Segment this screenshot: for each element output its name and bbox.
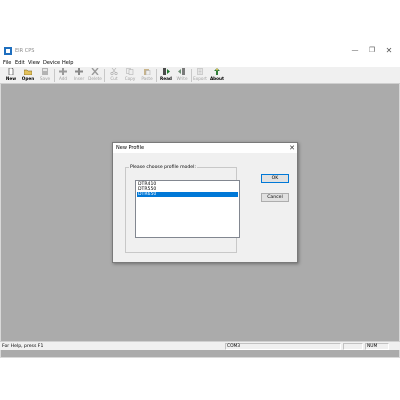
restore-icon[interactable]: ❐ [364,45,380,56]
status-help-text: For Help, press F1 [2,344,44,349]
toolbar-add-label: Add [58,76,68,81]
toolbar-export-button[interactable]: Export [192,68,208,83]
paste-icon [144,69,151,75]
export-icon [197,68,203,75]
toolbar-paste-label: Paste [141,76,153,81]
toolbar-write-button[interactable]: Write [174,68,190,83]
toolbar-separator [156,69,157,82]
about-icon [214,68,220,75]
toolbar-export-label: Export [193,76,207,81]
toolbar-cut-label: Cut [110,76,118,81]
minimize-icon[interactable]: — [347,45,363,56]
dialog-title: New Profile [116,145,145,151]
profile-model-group: Please choose profile model: DTR410 DTR5… [125,165,240,253]
menu-device[interactable]: Device [43,60,60,66]
toolbar-read-button[interactable]: Read [158,68,174,83]
ok-button[interactable]: OK [261,174,289,183]
write-icon [178,68,185,75]
cancel-button[interactable]: Cancel [261,193,289,202]
toolbar-open-button[interactable]: Open [20,68,36,83]
delete-icon [91,68,99,75]
open-folder-icon [24,69,32,75]
toolbar-insert-label: Inser [73,76,85,81]
toolbar-add-button[interactable]: Add [55,68,71,83]
menu-file[interactable]: File [3,60,11,66]
toolbar-cut-button[interactable]: Cut [106,68,122,83]
toolbar-separator [104,69,105,82]
status-caps [343,343,363,350]
new-file-icon [8,68,14,75]
close-icon[interactable]: ✕ [381,45,397,56]
copy-icon [126,68,134,75]
toolbar-read-label: Read [160,76,172,81]
toolbar-copy-button[interactable]: Copy [122,68,138,83]
toolbar-new-label: New [5,76,17,81]
toolbar-delete-button[interactable]: Delete [87,68,103,83]
app-icon [4,47,12,55]
status-num: NUM [365,343,389,350]
menu-bar: File Edit View Device Help [0,59,400,67]
toolbar-save-button[interactable]: Save [37,68,53,83]
toolbar-copy-label: Copy [124,76,136,81]
save-icon [42,68,48,75]
toolbar-open-label: Open [21,76,35,81]
group-label: Please choose profile model: [129,165,197,170]
menu-help[interactable]: Help [62,60,73,66]
menu-view[interactable]: View [28,60,40,66]
status-port: COM3 [225,343,341,350]
dialog-close-icon[interactable]: ✕ [289,143,295,153]
cut-icon [110,68,118,75]
status-bar: For Help, press F1 COM3 NUM [0,341,400,350]
toolbar: New Open Save Add Inser Delete Cut Copy … [0,67,400,84]
toolbar-write-label: Write [176,76,188,81]
list-item-dtr650[interactable]: DTR650 [137,192,238,197]
new-profile-dialog: New Profile ✕ Please choose profile mode… [112,142,298,263]
toolbar-save-label: Save [39,76,51,81]
toolbar-about-button[interactable]: About [209,68,225,83]
title-bar: EIR CPS — ❐ ✕ [0,42,400,59]
toolbar-about-label: About [209,76,225,81]
insert-icon [75,68,83,75]
toolbar-new-button[interactable]: New [3,68,19,83]
dialog-title-bar: New Profile ✕ [113,143,297,153]
toolbar-insert-button[interactable]: Inser [71,68,87,83]
add-icon [59,68,67,75]
menu-edit[interactable]: Edit [15,60,25,66]
toolbar-paste-button[interactable]: Paste [139,68,155,83]
read-icon [163,68,170,75]
profile-model-list[interactable]: DTR410 DTR550 DTR650 [135,180,240,238]
toolbar-delete-label: Delete [88,76,102,81]
app-title: EIR CPS [15,48,35,54]
